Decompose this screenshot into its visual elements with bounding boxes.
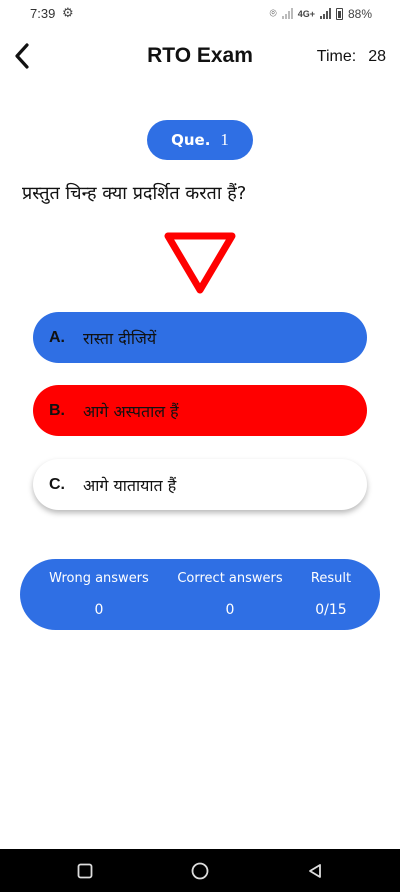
- battery-icon: [335, 7, 343, 20]
- status-bar: 7:39 ⚙ ⌾ 4G+ 88%: [0, 0, 400, 28]
- option-c-button[interactable]: C. आगे यातायात हैं: [33, 459, 367, 510]
- system-nav-bar: [0, 849, 400, 892]
- result-label: Result: [310, 571, 352, 586]
- signal-icon: [319, 8, 331, 19]
- option-text: रास्ता दीजियें: [83, 328, 157, 348]
- status-icons: ⌾ 4G+ 88%: [270, 6, 373, 21]
- timer-label: Time:: [316, 48, 357, 65]
- back-triangle-icon: [309, 864, 321, 878]
- question-badge-label: Que.: [171, 131, 211, 149]
- yield-sign-image: [163, 231, 237, 299]
- option-a-button[interactable]: A. रास्ता दीजियें: [33, 312, 367, 363]
- timer: Time: 28: [317, 48, 386, 66]
- recents-square-icon: [77, 863, 93, 879]
- option-b-button[interactable]: B. आगे अस्पताल हैं: [33, 385, 367, 436]
- app-header: RTO Exam Time: 28: [0, 38, 400, 78]
- recents-button[interactable]: [73, 859, 97, 883]
- status-time: 7:39: [30, 6, 56, 21]
- timer-value: 28: [368, 48, 386, 65]
- question-badge: Que. 1: [147, 120, 253, 160]
- home-button[interactable]: [188, 859, 212, 883]
- hotspot-icon: ⌾: [269, 6, 277, 20]
- question-text: प्रस्तुत चिन्ह क्या प्रदर्शित करता हैं?: [22, 183, 247, 204]
- network-type: 4G+: [297, 8, 315, 19]
- wrong-answers-value: 0: [94, 602, 104, 618]
- option-text: आगे यातायात हैं: [83, 475, 177, 495]
- back-nav-button[interactable]: [303, 859, 327, 883]
- correct-answers-label: Correct answers: [177, 571, 283, 586]
- wrong-answers-stat: Wrong answers 0: [40, 559, 158, 630]
- correct-answers-stat: Correct answers 0: [170, 559, 290, 630]
- correct-answers-value: 0: [225, 602, 235, 618]
- option-letter: A.: [49, 328, 65, 346]
- option-text: आगे अस्पताल हैं: [83, 401, 179, 421]
- score-panel: Wrong answers 0 Correct answers 0 Result…: [20, 559, 380, 630]
- signal-dim-icon: [281, 8, 293, 19]
- settings-gear-icon: ⚙: [62, 6, 74, 21]
- question-number: 1: [220, 130, 229, 149]
- wrong-answers-label: Wrong answers: [49, 571, 149, 586]
- result-stat: Result 0/15: [300, 559, 362, 630]
- battery-percent: 88%: [347, 6, 372, 21]
- result-value: 0/15: [315, 602, 347, 618]
- option-letter: C.: [49, 475, 65, 493]
- option-letter: B.: [49, 401, 65, 419]
- home-circle-icon: [191, 862, 209, 880]
